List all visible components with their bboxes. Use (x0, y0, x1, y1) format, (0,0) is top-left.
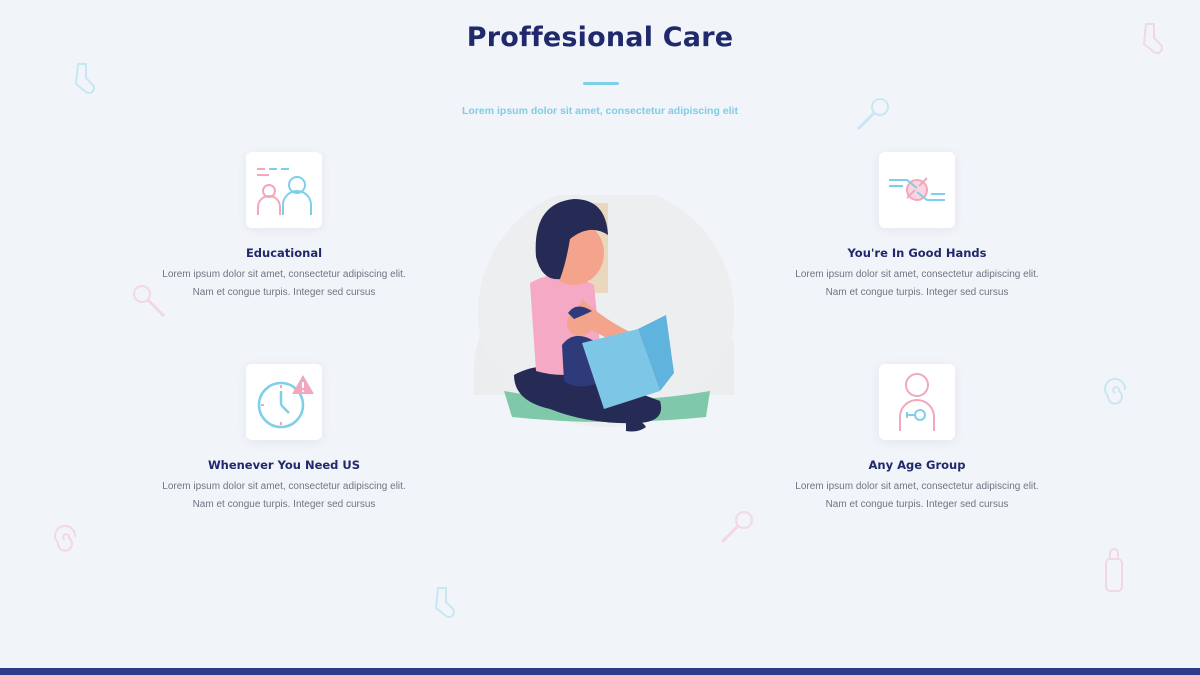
feature-icon-box (879, 364, 955, 440)
feature-title: Whenever You Need US (207, 458, 361, 472)
feature-description-line: Lorem ipsum dolor sit amet, consectetur … (795, 269, 1039, 280)
feature-description-line: Nam et congue turpis. Integer sed cursus (825, 287, 1009, 298)
educational-people-icon (257, 168, 312, 215)
feature-description: Lorem ipsum dolor sit amet, consectetur … (154, 478, 414, 514)
feature-title: Educational (245, 246, 323, 260)
feature-title: You're In Good Hands (847, 246, 987, 260)
feature-icon-box (246, 364, 322, 440)
feature-description-line: Nam et congue turpis. Integer sed cursus (192, 499, 376, 510)
feature-any-age: Any Age Group Lorem ipsum dolor sit amet… (767, 364, 1067, 514)
bottom-bar (0, 668, 1200, 675)
feature-good-hands: You're In Good Hands Lorem ipsum dolor s… (767, 152, 1067, 302)
feature-icon-box (246, 152, 322, 228)
feature-whenever: Whenever You Need US Lorem ipsum dolor s… (134, 364, 434, 514)
section-subtitle: Lorem ipsum dolor sit amet, consectetur … (462, 105, 738, 117)
feature-description-line: Lorem ipsum dolor sit amet, consectetur … (162, 481, 406, 492)
professional-care-section: Proffesional Care Lorem ipsum dolor sit … (0, 0, 1200, 675)
title-underline (583, 82, 619, 85)
feature-description-line: Lorem ipsum dolor sit amet, consectetur … (795, 481, 1039, 492)
swirl-pink-icon (50, 525, 80, 555)
rattle-pink-icon-2 (716, 508, 756, 548)
feature-description-line: Nam et congue turpis. Integer sed cursus (192, 287, 376, 298)
feature-description-line: Lorem ipsum dolor sit amet, consectetur … (162, 269, 406, 280)
feature-icon-box (879, 152, 955, 228)
baby-pacifier-icon (899, 373, 935, 431)
sock-icon-bottom (430, 586, 456, 620)
feature-description: Lorem ipsum dolor sit amet, consectetur … (787, 266, 1047, 302)
feature-educational: Educational Lorem ipsum dolor sit amet, … (134, 152, 434, 302)
feature-description: Lorem ipsum dolor sit amet, consectetur … (154, 266, 414, 302)
swirl-icon (1100, 378, 1130, 408)
mother-reading-with-child-illustration (474, 185, 734, 432)
feature-description: Lorem ipsum dolor sit amet, consectetur … (787, 478, 1047, 514)
feature-description-line: Nam et congue turpis. Integer sed cursus (825, 499, 1009, 510)
clock-alert-icon (257, 375, 314, 429)
hero-illustration (470, 185, 740, 445)
sock-icon (70, 62, 96, 96)
feature-title: Any Age Group (868, 458, 966, 472)
handshake-icon (889, 177, 945, 201)
baby-bottle-icon (1100, 545, 1128, 595)
section-title: Proffesional Care (466, 22, 734, 53)
